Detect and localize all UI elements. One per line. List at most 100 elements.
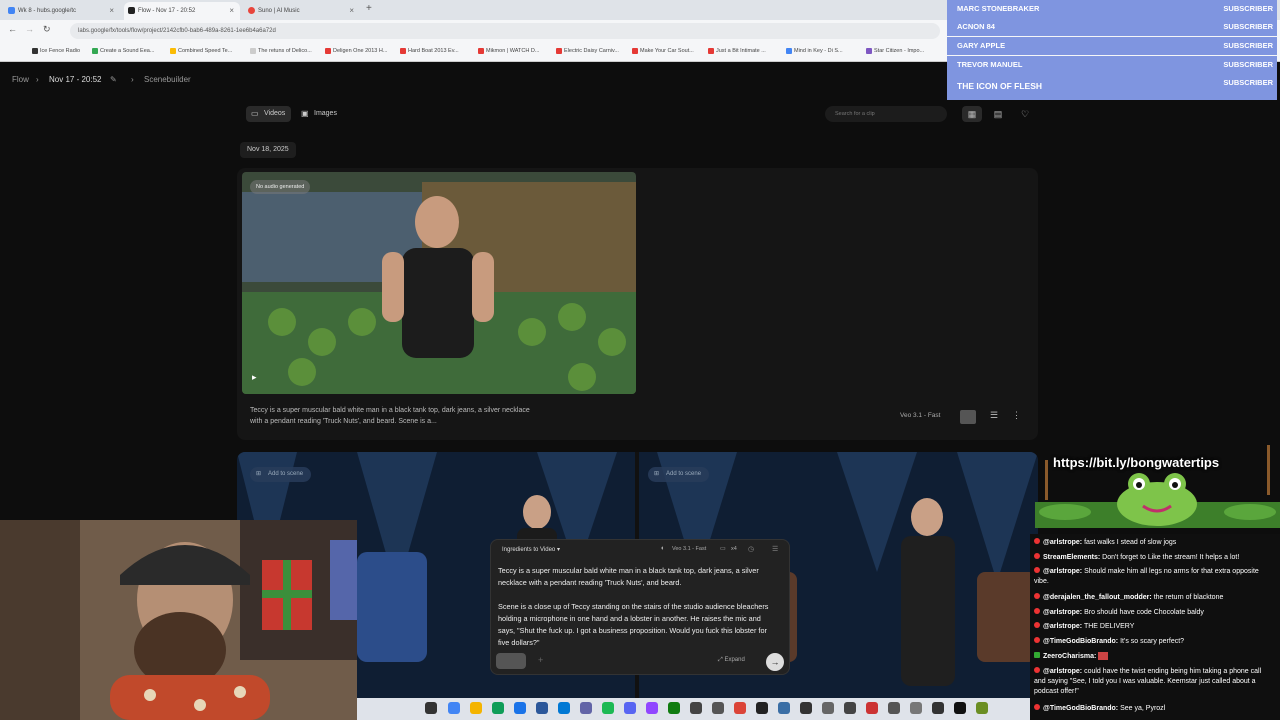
bookmark-item[interactable]: Ice Fence Radio (32, 48, 80, 54)
list-view-icon[interactable]: ▤ (988, 106, 1008, 122)
prompt-text-1[interactable]: Teccy is a super muscular bald white man… (498, 565, 776, 589)
new-tab-button[interactable]: + (366, 3, 372, 14)
app-icon[interactable] (756, 702, 768, 714)
close-icon[interactable]: × (349, 6, 354, 15)
url-field[interactable]: labs.google/fx/tools/flow/project/2142cf… (70, 23, 940, 39)
settings-icon[interactable]: ☰ (990, 410, 998, 421)
reference-thumbnail[interactable] (960, 410, 976, 424)
expand-button[interactable]: ⤢ Expand (718, 657, 745, 664)
discord-icon[interactable] (624, 702, 636, 714)
bookmark-item[interactable]: Star Citizen - Impo... (866, 48, 924, 54)
close-icon[interactable]: × (229, 6, 234, 15)
arrow-right-icon: → (770, 657, 780, 667)
play-icon[interactable]: ▸ (252, 372, 257, 383)
close-icon[interactable]: × (109, 6, 114, 15)
app-icon[interactable] (690, 702, 702, 714)
bookmark-item[interactable]: Hard Boat 2013 Ev... (400, 48, 459, 54)
app-icon[interactable] (910, 702, 922, 714)
bookmark-item[interactable]: Deligen One 2013 H... (325, 48, 387, 54)
spotify-icon[interactable] (602, 702, 614, 714)
app-icon[interactable] (448, 702, 460, 714)
chat-user: ZeeroCharisma: (1043, 653, 1097, 660)
ingredient-thumbnail[interactable] (496, 653, 526, 669)
breadcrumb-root[interactable]: Flow (12, 75, 29, 84)
aspect-ratio-icon[interactable]: ▭ (720, 545, 726, 552)
app-icon[interactable] (536, 702, 548, 714)
mode-dropdown[interactable]: Ingredients to Video ▾ (502, 546, 560, 553)
browser-tab[interactable]: Wk 8 - hubs.google/tc × (4, 2, 120, 20)
reload-icon[interactable]: ↻ (43, 24, 51, 35)
app-icon[interactable] (580, 702, 592, 714)
chat-user: @TimeGodBioBrando: (1043, 705, 1119, 712)
chat-user: @arlstrope: (1043, 668, 1083, 675)
tab-images[interactable]: ▣ Images (296, 106, 343, 122)
webcam-feed (0, 520, 357, 720)
add-icon[interactable]: + (538, 655, 543, 665)
app-icon[interactable] (866, 702, 878, 714)
model-selector[interactable]: Veo 3.1 - Fast (672, 546, 706, 552)
app-icon[interactable] (976, 702, 988, 714)
tab-favicon-icon (248, 7, 255, 14)
bookmark-item[interactable]: Make Your Car Sout... (632, 48, 694, 54)
app-icon[interactable] (712, 702, 724, 714)
settings-icon[interactable]: ☰ (772, 545, 778, 553)
app-icon[interactable] (492, 702, 504, 714)
xbox-icon[interactable] (668, 702, 680, 714)
pencil-icon[interactable]: ✎ (110, 75, 117, 84)
chat-user: @arlstrope: (1043, 609, 1083, 616)
tab-videos[interactable]: ▭ Videos (246, 106, 292, 122)
search-input[interactable]: Search for a clip (825, 106, 947, 122)
browser-tab[interactable]: Suno | AI Music × (244, 2, 360, 20)
app-icon[interactable] (514, 702, 526, 714)
grid-view-icon[interactable]: ▦ (962, 106, 982, 122)
add-to-scene-button[interactable]: ⊞ Add to scene (648, 467, 710, 482)
breadcrumb-page[interactable]: Scenebuilder (144, 75, 191, 84)
app-icon[interactable] (646, 702, 658, 714)
history-icon[interactable]: ◷ (748, 545, 754, 553)
terminal-icon[interactable] (954, 702, 966, 714)
app-icon[interactable] (425, 702, 437, 714)
bookmark-item[interactable]: Just a Bit Intimate ... (708, 48, 766, 54)
promo-link: https://bit.ly/bongwatertips (1053, 455, 1220, 470)
youtube-icon (1034, 593, 1040, 599)
chat-user: @derajalen_the_fallout_modder: (1043, 594, 1152, 601)
heart-icon[interactable]: ♡ (1015, 106, 1035, 122)
back-icon[interactable]: ← (8, 24, 17, 34)
bookmark-item[interactable]: Combined Speed Te... (170, 48, 232, 54)
chat-message: @arlstrope: Bro should have code Chocola… (1034, 608, 1274, 618)
chat-message: @arlstrope: THE DELIVERY (1034, 622, 1274, 632)
youtube-icon (1034, 667, 1040, 673)
app-icon[interactable] (558, 702, 570, 714)
bookmark-item[interactable]: Electric Daisy Carniv... (556, 48, 619, 54)
image-icon: ▣ (301, 109, 309, 118)
app-icon[interactable] (800, 702, 812, 714)
more-options-icon[interactable]: ⋮ (1012, 410, 1021, 421)
bookmark-item[interactable]: Mikmon | WATCH D... (478, 48, 539, 54)
add-to-scene-button[interactable]: ⊞ Add to scene (250, 467, 312, 482)
clip-thumbnail[interactable] (242, 172, 636, 394)
subscriber-label: SUBSCRIBER (1223, 60, 1273, 69)
forward-icon[interactable]: → (25, 24, 34, 34)
chat-user: @TimeGodBioBrando: (1043, 638, 1119, 645)
chat-message: @arlstrope: Should make him all legs no … (1034, 567, 1274, 587)
bookmark-item[interactable]: Mind in Key - Di S... (786, 48, 843, 54)
bookmark-item[interactable]: Create a Sound Eea... (92, 48, 154, 54)
output-count[interactable]: x4 (731, 546, 737, 552)
mode-label: Ingredients to Video (502, 547, 556, 553)
prompt-text-2[interactable]: Scene is a close up of Teccy standing on… (498, 601, 776, 649)
folder-icon[interactable] (470, 702, 482, 714)
audio-icon[interactable]: ◖ (660, 545, 664, 552)
frog-overlay (1035, 440, 1280, 528)
breadcrumb-project[interactable]: Nov 17 - 20:52 (49, 75, 101, 84)
send-button[interactable]: → (766, 653, 784, 671)
app-icon[interactable] (822, 702, 834, 714)
chat-text: See ya, Pyrozl (1120, 705, 1166, 712)
browser-tab-active[interactable]: Flow - Nov 17 - 20:52 × (124, 2, 240, 20)
app-icon[interactable] (844, 702, 856, 714)
tab-favicon-icon (8, 7, 15, 14)
chrome-icon[interactable] (734, 702, 746, 714)
app-icon[interactable] (932, 702, 944, 714)
app-icon[interactable] (778, 702, 790, 714)
bookmark-item[interactable]: The retuns of Delico... (250, 48, 312, 54)
app-icon[interactable] (888, 702, 900, 714)
